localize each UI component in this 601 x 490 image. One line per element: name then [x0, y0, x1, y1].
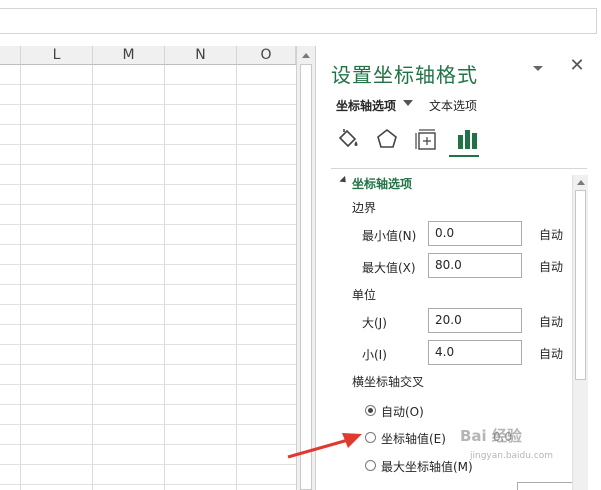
scroll-up-arrow-icon[interactable]	[577, 180, 585, 185]
radio-max-axis-value-label[interactable]: 最大坐标轴值(M)	[381, 458, 473, 475]
fill-line-icon[interactable]	[335, 126, 361, 152]
pane-title: 设置坐标轴格式	[331, 63, 478, 87]
min-label: 最小值(N)	[362, 229, 417, 243]
gridline	[0, 124, 296, 125]
axis-options-bar-icon[interactable]	[454, 126, 480, 152]
collapse-triangle-icon[interactable]	[339, 175, 349, 186]
units-heading: 单位	[352, 288, 377, 302]
radio-max-axis-value[interactable]	[365, 460, 376, 471]
column-header-l[interactable]: L	[21, 46, 93, 65]
gridline	[0, 204, 296, 205]
gridline	[0, 284, 296, 285]
gridline	[0, 144, 296, 145]
column-header-m[interactable]: M	[93, 46, 165, 65]
min-auto-button[interactable]: 自动	[539, 226, 563, 243]
close-icon[interactable]: ✕	[569, 57, 585, 75]
tab-axis-options[interactable]: 坐标轴选项	[336, 97, 396, 114]
radio-axis-value[interactable]	[365, 432, 376, 443]
watermark-url: jingyan.baidu.com	[470, 451, 554, 461]
radio-auto-label[interactable]: 自动(O)	[381, 403, 424, 420]
gridline	[0, 364, 296, 365]
gridline	[20, 65, 21, 490]
effects-pentagon-icon[interactable]	[374, 126, 400, 152]
tab-text-options[interactable]: 文本选项	[429, 97, 477, 114]
gridline	[0, 224, 296, 225]
max-label: 最大值(X)	[362, 261, 416, 275]
divider	[331, 168, 587, 169]
pane-vertical-scrollbar[interactable]	[572, 175, 588, 490]
gridline	[236, 65, 237, 490]
watermark-logo: Bai 经验	[460, 427, 522, 445]
column-header-n[interactable]: N	[165, 46, 237, 65]
major-auto-button[interactable]: 自动	[539, 313, 563, 330]
gridline	[92, 65, 93, 490]
minor-label: 小(I)	[362, 348, 387, 362]
min-field[interactable]: 0.0	[428, 221, 522, 246]
gridline	[0, 184, 296, 185]
minor-auto-button[interactable]: 自动	[539, 345, 563, 362]
formula-bar	[0, 0, 601, 42]
max-field[interactable]: 80.0	[428, 253, 522, 278]
section-axis-options[interactable]: 坐标轴选项	[352, 175, 412, 192]
size-properties-icon[interactable]	[414, 126, 440, 152]
scroll-up-arrow-icon[interactable]	[302, 53, 310, 58]
chevron-down-icon[interactable]	[403, 100, 413, 106]
gridline	[0, 104, 296, 105]
gridline	[0, 464, 296, 465]
column-header-o[interactable]: O	[237, 46, 296, 65]
gridline	[0, 404, 296, 405]
gridline	[0, 304, 296, 305]
gridline	[0, 324, 296, 325]
radio-auto[interactable]	[365, 405, 376, 416]
gridline	[164, 65, 165, 490]
gridline	[0, 344, 296, 345]
max-auto-button[interactable]: 自动	[539, 258, 563, 275]
formula-input[interactable]	[0, 8, 597, 34]
display-units-select[interactable]	[517, 482, 575, 490]
major-unit-field[interactable]: 20.0	[428, 308, 522, 333]
format-axis-pane: 设置坐标轴格式 ✕ 坐标轴选项 文本选项 坐标轴选项 边界 最小值(N) 0.0…	[317, 42, 601, 490]
gridline	[0, 444, 296, 445]
radio-axis-value-label[interactable]: 坐标轴值(E)	[381, 430, 446, 447]
selected-tab-indicator	[449, 155, 479, 157]
scroll-thumb[interactable]	[575, 190, 586, 380]
annotation-arrow-icon	[287, 433, 362, 459]
scroll-thumb[interactable]	[300, 64, 312, 490]
gridline	[0, 164, 296, 165]
pane-options-dropdown-icon[interactable]	[531, 64, 545, 74]
gridline	[0, 384, 296, 385]
horizontal-axis-crosses-heading: 横坐标轴交叉	[352, 375, 425, 389]
gridline	[0, 264, 296, 265]
minor-unit-field[interactable]: 4.0	[428, 340, 522, 365]
column-header-partial[interactable]	[0, 46, 21, 65]
bounds-heading: 边界	[352, 201, 377, 215]
worksheet-vertical-scrollbar[interactable]	[296, 46, 316, 490]
major-label: 大(J)	[362, 316, 387, 330]
gridline	[0, 244, 296, 245]
gridline	[0, 84, 296, 85]
gridline	[0, 484, 296, 485]
worksheet-grid[interactable]: L M N O	[0, 46, 296, 490]
gridline	[0, 424, 296, 425]
